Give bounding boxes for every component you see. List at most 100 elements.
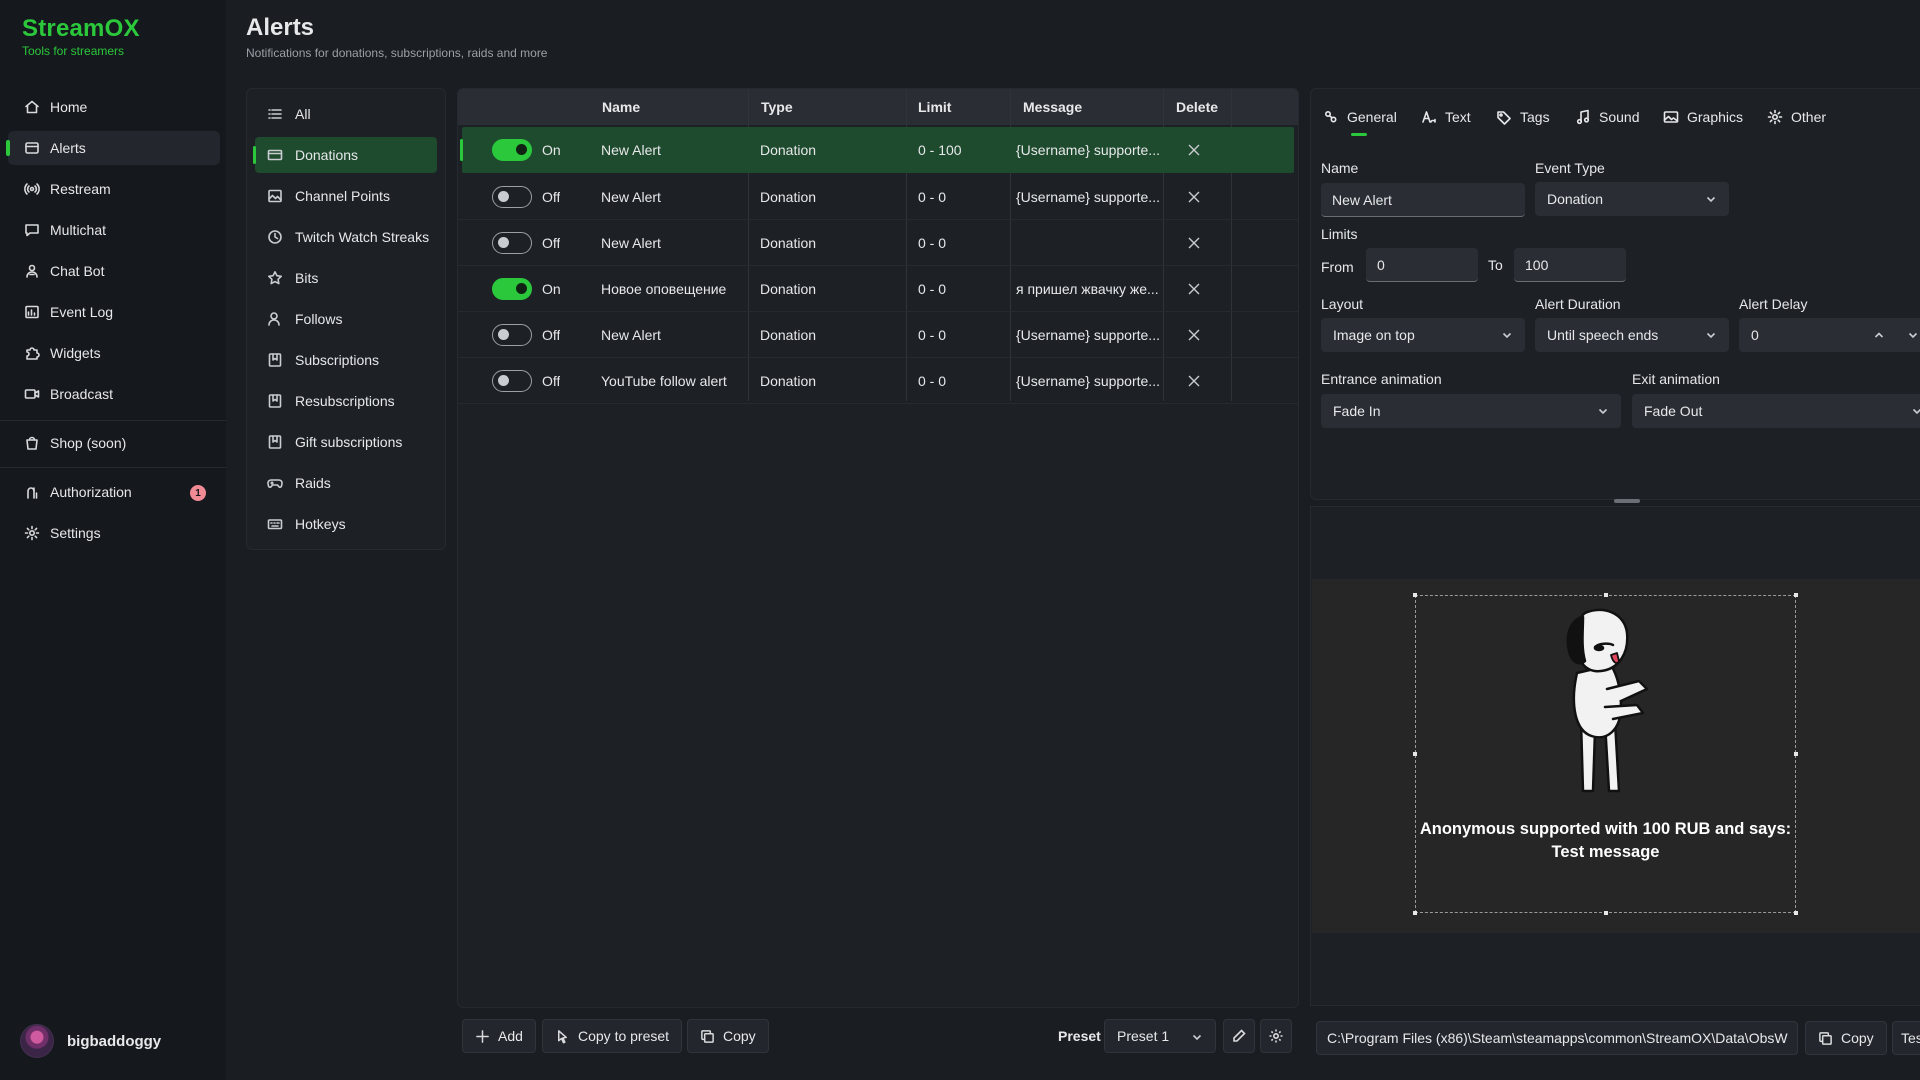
enable-toggle[interactable] <box>492 139 532 161</box>
resize-handle-top[interactable] <box>1604 593 1608 597</box>
table-row[interactable]: Off YouTube follow alert Donation 0 - 0 … <box>458 358 1298 404</box>
row-state: On <box>542 281 561 297</box>
tab-label: Tags <box>1520 109 1550 125</box>
copy-path-button[interactable]: Copy <box>1805 1021 1887 1055</box>
nav-item-multichat[interactable]: Multichat <box>8 213 220 247</box>
brand: StreamOX Tools for streamers <box>22 15 140 58</box>
category-gift-subscriptions[interactable]: Gift subscriptions <box>255 424 437 460</box>
nav-item-widgets[interactable]: Widgets <box>8 336 220 370</box>
gear-icon <box>24 525 40 541</box>
category-follows[interactable]: Follows <box>255 301 437 337</box>
edit-preset-button[interactable] <box>1223 1019 1255 1053</box>
tab-text[interactable]: Text <box>1421 105 1471 129</box>
limit-to-input[interactable] <box>1514 248 1626 282</box>
column-header-limit[interactable]: Limit <box>918 89 951 125</box>
category-label: Twitch Watch Streaks <box>295 229 430 245</box>
test-alert-button[interactable]: Tes <box>1892 1021 1920 1055</box>
resize-handle-top-left[interactable] <box>1413 593 1417 597</box>
resize-handle-bottom[interactable] <box>1604 911 1608 915</box>
category-subscriptions[interactable]: Subscriptions <box>255 342 437 378</box>
nav-item-label: Chat Bot <box>50 263 105 279</box>
close-icon[interactable] <box>1186 281 1202 297</box>
category-all[interactable]: All <box>255 96 437 132</box>
row-message: {Username} supporte... <box>1016 189 1160 205</box>
copy-to-preset-button[interactable]: Copy to preset <box>542 1019 683 1053</box>
row-state: Off <box>542 327 561 343</box>
table-row[interactable]: On Новое оповещение Donation 0 - 0 я при… <box>458 266 1298 312</box>
nav-item-settings[interactable]: Settings <box>8 516 220 550</box>
close-icon[interactable] <box>1186 189 1202 205</box>
category-channel-points[interactable]: Channel Points <box>255 178 437 214</box>
browser-source-path-field[interactable]: C:\Program Files (x86)\Steam\steamapps\c… <box>1316 1021 1798 1055</box>
layout-select[interactable]: Image on top <box>1321 318 1525 352</box>
nav-item-alerts[interactable]: Alerts <box>6 131 220 165</box>
star-icon <box>267 270 283 286</box>
limit-from-input[interactable] <box>1366 248 1478 282</box>
column-header-type[interactable]: Type <box>761 89 793 125</box>
video-icon <box>24 386 40 402</box>
entrance-animation-select[interactable]: Fade In <box>1321 394 1621 428</box>
event-type-select[interactable]: Donation <box>1535 182 1729 216</box>
close-icon[interactable] <box>1186 373 1202 389</box>
nav-item-restream[interactable]: Restream <box>8 172 220 206</box>
category-bits[interactable]: Bits <box>255 260 437 296</box>
category-twitch-watch-streaks[interactable]: Twitch Watch Streaks <box>255 219 437 255</box>
nav-item-event-log[interactable]: Event Log <box>8 295 220 329</box>
tab-general[interactable]: General <box>1323 105 1397 129</box>
resize-handle-right[interactable] <box>1794 752 1798 756</box>
table-row[interactable]: Off New Alert Donation 0 - 0 {Username} … <box>458 174 1298 220</box>
column-header-name[interactable]: Name <box>602 89 640 125</box>
row-limit: 0 - 0 <box>918 281 947 297</box>
name-input[interactable] <box>1321 183 1525 217</box>
nav-item-shop[interactable]: Shop (soon) <box>8 426 220 460</box>
row-type: Donation <box>760 142 817 158</box>
category-donations[interactable]: Donations <box>253 137 437 173</box>
resize-handle-left[interactable] <box>1413 752 1417 756</box>
table-row[interactable]: Off New Alert Donation 0 - 0 {Username} … <box>458 312 1298 358</box>
alert-delay-stepper[interactable]: 0 <box>1739 318 1920 352</box>
resize-handle-top-right[interactable] <box>1794 593 1798 597</box>
enable-toggle[interactable] <box>492 278 532 300</box>
preset-select[interactable]: Preset 1 <box>1104 1019 1216 1053</box>
enable-toggle[interactable] <box>492 186 532 208</box>
tab-graphics[interactable]: Graphics <box>1663 105 1743 129</box>
nav-item-broadcast[interactable]: Broadcast <box>8 377 220 411</box>
table-row[interactable]: Off New Alert Donation 0 - 0 <box>458 220 1298 266</box>
tab-other[interactable]: Other <box>1767 105 1826 129</box>
alert-duration-select[interactable]: Until speech ends <box>1535 318 1729 352</box>
nav-item-authorization[interactable]: Authorization 1 <box>8 475 220 509</box>
tab-sound[interactable]: Sound <box>1575 105 1639 129</box>
tab-tags[interactable]: Tags <box>1496 105 1550 129</box>
close-icon[interactable] <box>1186 235 1202 251</box>
chat-icon <box>24 222 40 238</box>
notification-badge: 1 <box>190 485 206 501</box>
layout-label: Layout <box>1321 296 1364 312</box>
column-header-message[interactable]: Message <box>1023 89 1082 125</box>
nav-item-home[interactable]: Home <box>8 90 220 124</box>
category-resubscriptions[interactable]: Resubscriptions <box>255 383 437 419</box>
add-button[interactable]: Add <box>462 1019 536 1053</box>
panel-resize-handle[interactable] <box>1614 499 1640 503</box>
chevron-down-icon[interactable] <box>1907 329 1919 341</box>
category-raids[interactable]: Raids <box>255 465 437 501</box>
resize-handle-bottom-left[interactable] <box>1413 911 1417 915</box>
from-label: From <box>1321 259 1354 275</box>
category-label: Follows <box>295 311 343 327</box>
category-hotkeys[interactable]: Hotkeys <box>255 506 437 542</box>
name-label: Name <box>1321 160 1359 176</box>
copy-button[interactable]: Copy <box>687 1019 769 1053</box>
preset-settings-button[interactable] <box>1260 1019 1292 1053</box>
table-row[interactable]: On New Alert Donation 0 - 100 {Username}… <box>460 127 1294 173</box>
gamepad-icon <box>267 475 283 491</box>
resize-handle-bottom-right[interactable] <box>1794 911 1798 915</box>
user-profile[interactable]: bigbaddoggy <box>20 1024 161 1058</box>
enable-toggle[interactable] <box>492 370 532 392</box>
enable-toggle[interactable] <box>492 324 532 346</box>
nav-item-chat-bot[interactable]: Chat Bot <box>8 254 220 288</box>
chevron-up-icon[interactable] <box>1873 329 1885 341</box>
broadcast-waves-icon <box>24 181 40 197</box>
exit-animation-select[interactable]: Fade Out <box>1632 394 1920 428</box>
close-icon[interactable] <box>1186 327 1202 343</box>
close-icon[interactable] <box>1186 142 1202 158</box>
enable-toggle[interactable] <box>492 232 532 254</box>
